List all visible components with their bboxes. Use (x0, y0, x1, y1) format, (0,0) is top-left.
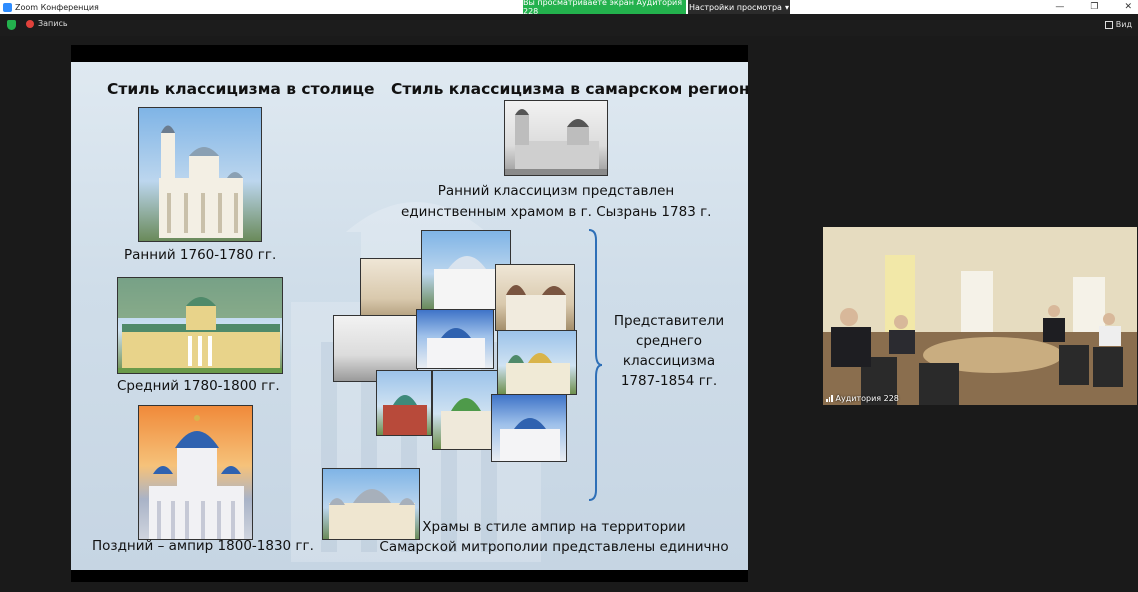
caption-late: Поздний – ампир 1800-1830 гг. (92, 538, 314, 554)
representatives-line3: классицизма (622, 353, 716, 369)
photo-church-collage-3 (495, 264, 575, 331)
restore-button[interactable]: ❐ (1090, 2, 1098, 12)
chevron-down-icon: ▾ (784, 2, 789, 12)
view-button[interactable]: Вид (1104, 20, 1132, 29)
record-indicator[interactable]: Запись (26, 19, 68, 28)
early-classic-text-line2: единственным храмом в г. Сызрань 1783 г. (401, 204, 712, 220)
view-options-dropdown[interactable]: Настройки просмотра ▾ (688, 0, 790, 14)
participant-name-label: Аудитория 228 (826, 394, 899, 403)
photo-church-collage-7 (376, 370, 432, 436)
photo-church-collage-6 (497, 330, 577, 395)
caption-early: Ранний 1760-1780 гг. (124, 247, 277, 263)
photo-late-empire-cathedral (138, 405, 253, 540)
view-label: Вид (1115, 20, 1132, 29)
representatives-line4: 1787-1854 гг. (620, 373, 718, 389)
view-options-label: Настройки просмотра (689, 2, 782, 12)
shield-icon[interactable] (7, 20, 16, 30)
photo-church-collage-8 (432, 370, 498, 450)
window-controls: — ❐ ✕ (1055, 0, 1132, 14)
presentation-slide: Стиль классицизма в столице Стиль класси… (71, 62, 748, 570)
early-classic-text-line1: Ранний классицизм представлен (437, 183, 675, 199)
grid-icon (1104, 20, 1113, 29)
minimize-button[interactable]: — (1055, 2, 1064, 12)
empire-text-line1: Храмы в стиле ампир на территории (422, 519, 686, 535)
bracket-brace (588, 229, 603, 501)
participant-video-tile[interactable]: Аудитория 228 (823, 227, 1137, 405)
signal-bars-icon (826, 395, 833, 402)
representatives-line1: Представители (613, 313, 725, 329)
zoom-logo-icon (3, 2, 12, 12)
slide-title-right: Стиль классицизма в самарском регионе (391, 80, 748, 98)
photo-church-collage-5 (416, 309, 494, 369)
representatives-line2: среднего (635, 333, 703, 349)
caption-middle: Средний 1780-1800 гг. (117, 378, 280, 394)
app-title: Zoom Конференция (0, 2, 99, 12)
participant-name: Аудитория 228 (835, 394, 899, 403)
share-notice-banner: Вы просматриваете экран Аудитория 228 (523, 0, 686, 16)
close-button[interactable]: ✕ (1124, 2, 1132, 12)
window-title: Zoom Конференция (15, 2, 99, 12)
meeting-infobar: Запись Вид (0, 14, 1138, 36)
empire-text-line2: Самарской митрополии представлены единич… (379, 539, 729, 555)
record-dot-icon (26, 19, 34, 28)
photo-syzran-church (504, 100, 608, 176)
participant-video-image (823, 227, 1137, 405)
photo-middle-estate (117, 277, 283, 374)
photo-early-cathedral (138, 107, 262, 242)
record-label: Запись (38, 19, 68, 28)
photo-church-collage-9 (491, 394, 567, 462)
window-titlebar: Zoom Конференция Вы просматриваете экран… (0, 0, 1138, 16)
slide-title-left: Стиль классицизма в столице (107, 80, 375, 98)
